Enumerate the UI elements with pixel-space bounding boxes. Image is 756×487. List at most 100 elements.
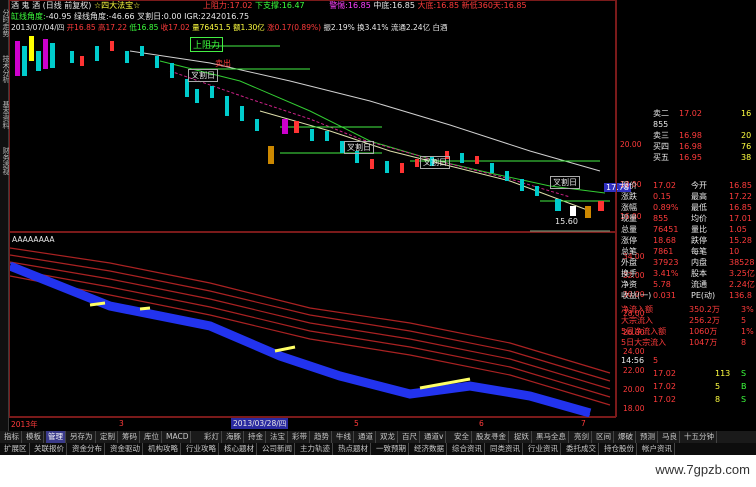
xaxis-label: 6	[479, 419, 484, 428]
ann-cross-4: 叉割日	[550, 176, 580, 189]
indicator-tab[interactable]: 指标	[2, 431, 22, 443]
watermark: www.7gpzb.com	[655, 462, 750, 477]
vtab-basic-info[interactable]: 基本资料	[0, 94, 10, 136]
indicator-tab[interactable]: 法宝	[268, 431, 288, 443]
ann-upper-resist: 上阻力	[190, 37, 224, 52]
price-row: 换手 3.41% 股本 3.25亿	[621, 269, 755, 278]
price-row: 净资 5.78 流通 2.24亿	[621, 280, 755, 289]
trend-line-green	[159, 60, 606, 194]
info-tab[interactable]: 公司新闻	[260, 443, 295, 455]
line2-c-label: 叉割日:	[137, 12, 164, 21]
indicator-tab[interactable]: 彩带	[290, 431, 310, 443]
indicator-tab[interactable]: MACD	[164, 431, 192, 443]
indicator-tab[interactable]: 百尺	[400, 431, 420, 443]
indicator-tab[interactable]: 持金	[246, 431, 266, 443]
blue-main-band	[10, 261, 592, 418]
mid-value: 16.85	[392, 1, 415, 10]
price-row: 总量 76451 量比 1.05	[621, 225, 747, 234]
info-tab[interactable]: 资金驱动	[108, 443, 143, 455]
info-tab[interactable]: 扩展区	[2, 443, 30, 455]
info-tab[interactable]: 行业资讯	[526, 443, 561, 455]
info-tab[interactable]: 行业攻略	[184, 443, 219, 455]
xaxis-label: 3	[119, 419, 124, 428]
left-vertical-tabs: 分时走势 技术分析 基本资料 财务透视	[0, 0, 10, 443]
indicator-tab[interactable]: 模板	[24, 431, 44, 443]
line2-c-value: 0.00	[163, 12, 182, 21]
indicator-tab[interactable]: 双龙	[378, 431, 398, 443]
warn-value: 16.85	[347, 1, 371, 10]
amplitude: 振2.19%	[323, 23, 355, 32]
indicator-tab[interactable]: 十五分钟	[682, 431, 717, 443]
volume: 量76451.5	[192, 23, 231, 32]
sector: 白酒	[432, 23, 448, 32]
info-tab[interactable]: 主力轨迹	[298, 443, 333, 455]
indicator-tab[interactable]: 通道	[356, 431, 376, 443]
indicator-tabs: 指标 模板 管理 另存为 定制 筹码 库位 MACD 彩灯 海豚 持金 法宝 彩带 趋势 牛线 通道 双龙 百尺通…	[0, 431, 756, 443]
indicator-tab[interactable]: 亮剑	[572, 431, 592, 443]
main-kline-panel[interactable]: 上阻力 卖出 叉割日 叉割日 叉割日 叉割日 15.60 17.78	[9, 0, 631, 232]
indicator-tab[interactable]: 捉妖	[512, 431, 532, 443]
indicator-tab[interactable]: 黑马全息	[534, 431, 569, 443]
info-tab[interactable]: 帐户资讯	[640, 443, 675, 455]
ann-cross-1: 叉割日	[188, 69, 218, 82]
kline-chart	[15, 36, 610, 232]
period: (日线 前复权)	[42, 1, 92, 10]
xaxis-label: 5	[354, 419, 359, 428]
info-tab[interactable]: 关联报价	[32, 443, 67, 455]
indicator-tab[interactable]: 爆破	[616, 431, 636, 443]
line2-d-value: 2242016.75	[200, 12, 250, 21]
info-tab[interactable]: 持仓股份	[602, 443, 637, 455]
header-line-2: 缸线角度:-40.95 绿线角度:-46.66 叉割日:0.00 IGR:224…	[11, 12, 249, 22]
info-tab[interactable]: 一致预期	[374, 443, 409, 455]
big-label: 大底:	[417, 1, 437, 10]
lower-support-label: 下支撑:	[255, 1, 282, 10]
info-tab[interactable]: 资金分布	[70, 443, 105, 455]
info-tab[interactable]: 核心题材	[222, 443, 257, 455]
tick-row: 17.02 5 B	[653, 382, 747, 391]
xaxis-label: 7	[581, 419, 586, 428]
indicator-tab[interactable]: 马良	[660, 431, 680, 443]
indicator-tab[interactable]: 彩灯	[202, 431, 222, 443]
indicator-tab[interactable]: 安全	[452, 431, 472, 443]
info-tab[interactable]: 综合资讯	[450, 443, 485, 455]
indicator-tab[interactable]: 管理	[46, 431, 66, 443]
indicator-tab[interactable]: 通道v	[422, 431, 447, 443]
flow-row: 5日大宗流入 1047万 8	[621, 338, 747, 347]
vtab-finance[interactable]: 财务透视	[0, 140, 10, 182]
xaxis-cursor-date: 2013/03/28/四	[231, 418, 289, 429]
indicator-tab[interactable]: 预测	[638, 431, 658, 443]
lower-channel-panel[interactable]: AAAAAAAA	[9, 232, 616, 418]
tick-row: 17.02 8 S	[653, 395, 747, 404]
info-tab[interactable]: 同类资讯	[488, 443, 523, 455]
indicator-tab[interactable]: 趋势	[312, 431, 332, 443]
header-line-3: 2013/07/04/四 开16.85 高17.22 低16.85 收17.02…	[11, 23, 447, 33]
indicator-tab[interactable]: 库位	[142, 431, 162, 443]
upper-resist-value: 17.02	[229, 1, 253, 10]
indicator-tab[interactable]: 牛线	[334, 431, 354, 443]
channel-chart	[10, 247, 611, 418]
vtab-technical[interactable]: 技术分析	[0, 48, 10, 90]
line2-d-label: IGR:	[184, 12, 201, 21]
info-tab[interactable]: 委托成交	[564, 443, 599, 455]
quote-row: 卖二 17.02 16	[653, 109, 752, 118]
open: 开16.85	[66, 23, 96, 32]
indicator-tab[interactable]: 定制	[98, 431, 118, 443]
vtab-intraday[interactable]: 分时走势	[0, 2, 10, 44]
tick-row: 14:56 5	[621, 356, 659, 365]
quote-row: 买五 16.95 38	[653, 153, 752, 162]
indicator-tab[interactable]: 筹码	[120, 431, 140, 443]
indicator-tab[interactable]: 股友寻金	[474, 431, 509, 443]
info-tab[interactable]: 热点题材	[336, 443, 371, 455]
info-tab[interactable]: 经济数据	[412, 443, 447, 455]
quote-row: 卖三 16.98 20	[653, 131, 752, 140]
ann-cross-3: 叉割日	[420, 156, 450, 169]
info-tab[interactable]: 机构攻略	[146, 443, 181, 455]
close: 收17.02	[160, 23, 190, 32]
quote-row: 买四 16.98 76	[653, 142, 752, 151]
lower-support-value: 16.47	[281, 1, 305, 10]
indicator-tab[interactable]: 另存为	[68, 431, 96, 443]
xaxis-label: 2013年	[11, 420, 38, 429]
indicator-tab[interactable]: 区间	[594, 431, 614, 443]
indicator-tab[interactable]: 海豚	[224, 431, 244, 443]
price-row: 收益(一) 0.031 PE(动) 136.8	[621, 291, 752, 300]
